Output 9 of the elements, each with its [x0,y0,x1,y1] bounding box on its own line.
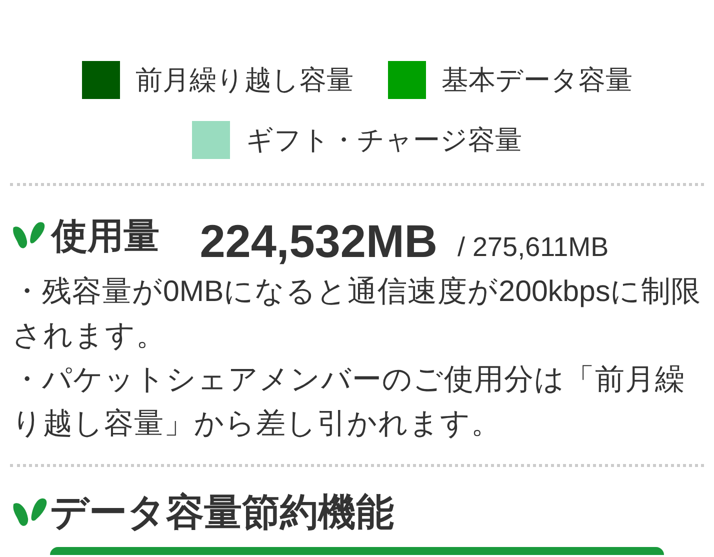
usage-value: 224,532MB [200,218,438,264]
legend-label: 基本データ容量 [442,64,632,97]
section-title: データ容量節約機能 [50,491,394,536]
note-text: ・残容量が0MBになると通信速度が200kbpsに制限されます。 [12,274,702,354]
legend-label: ギフト・チャージ容量 [246,124,522,157]
usage-title: 使用量 [52,218,160,254]
note-text: ・パケットシェアメンバーのご使用分は「前月繰り越し容量」から差し引かれます。 [12,362,686,442]
legend-label: 前月繰り越し容量 [136,64,354,97]
usage-total: / 275,611MB [458,231,609,264]
